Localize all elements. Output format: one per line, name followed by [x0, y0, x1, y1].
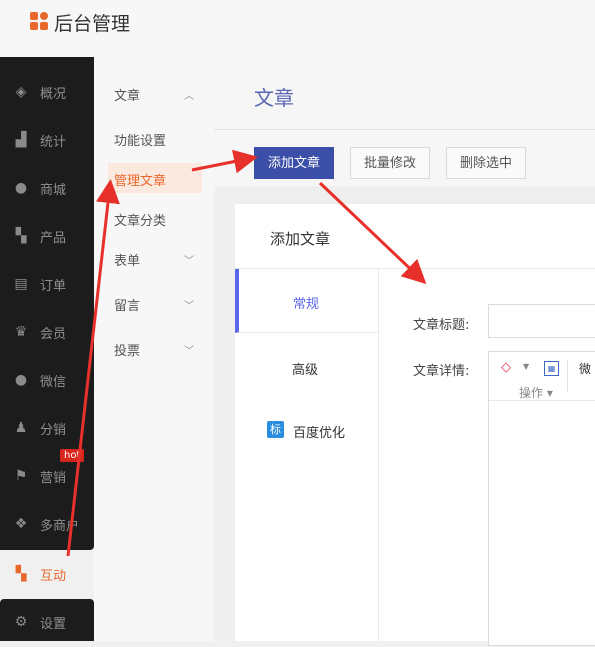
sidebar-item-settings[interactable]: ⚙ 设置: [0, 599, 94, 647]
editor-toolbar: ◇ ▼ ▦ 微 操作 ▾: [489, 352, 595, 401]
users-icon: ♟: [14, 420, 28, 436]
batch-edit-button[interactable]: 批量修改: [350, 147, 430, 179]
tab-general[interactable]: 常规: [235, 269, 378, 333]
title-field-label: 文章标题:: [413, 318, 470, 333]
modal-title: 添加文章: [270, 230, 331, 248]
sidebar-item-members[interactable]: ♛ 会员: [0, 309, 94, 357]
app-title: 后台管理: [54, 13, 131, 35]
article-title-input[interactable]: [488, 304, 595, 338]
sidebar-item-distribution[interactable]: ♟ 分销: [0, 405, 94, 453]
rich-text-editor[interactable]: ◇ ▼ ▦ 微 操作 ▾: [488, 351, 595, 646]
sidebar-item-overview[interactable]: ◈ 概况: [0, 69, 94, 117]
detail-field-label: 文章详情:: [413, 364, 470, 379]
primary-sidebar: ◈ 概况 ▟ 统计 ● 商城 ▚ 产品 ▤ 订单 ♛ 会员 ● 微信 ♟ 分销 …: [0, 57, 94, 641]
submenu-item-manage-article[interactable]: 管理文章: [114, 170, 166, 189]
sidebar-item-mall[interactable]: ● 商城: [0, 165, 94, 213]
delete-selected-button[interactable]: 删除选中: [446, 147, 526, 179]
flag-icon: ⚑: [14, 468, 28, 484]
caret-down-icon[interactable]: ▼: [523, 362, 529, 371]
page-title: 文章: [254, 86, 294, 110]
app-logo-icon: [30, 12, 50, 32]
add-article-modal: 添加文章 常规 高级 标 百度优化 文章标题: 文章详情: ◇ ▼ ▦ 微 操作…: [235, 204, 595, 646]
chevron-down-icon[interactable]: ﹀: [184, 252, 194, 267]
tab-baidu-seo[interactable]: 标 百度优化: [235, 401, 378, 465]
submenu-group-vote[interactable]: 投票: [114, 340, 140, 359]
bar-chart-icon: ▟: [15, 132, 27, 148]
sidebar-item-interaction[interactable]: ▚ 互动: [0, 551, 94, 599]
submenu-group-form[interactable]: 表单: [114, 250, 140, 269]
sidebar-item-products[interactable]: ▚ 产品: [0, 213, 94, 261]
add-article-button[interactable]: 添加文章: [254, 147, 334, 179]
grid-icon: ▚: [15, 228, 27, 244]
toolbar-more-label[interactable]: 微: [579, 360, 591, 377]
store-icon: ❖: [14, 516, 28, 532]
clipboard-icon: ▤: [14, 276, 28, 292]
top-header: 后台管理: [0, 0, 595, 57]
chevron-down-icon[interactable]: ﹀: [184, 297, 194, 312]
crown-icon: ♛: [14, 324, 28, 340]
shop-icon: ●: [14, 180, 28, 196]
page-header: 文章: [214, 57, 595, 130]
tab-advanced[interactable]: 高级: [235, 335, 378, 399]
operation-dropdown[interactable]: 操作 ▾: [519, 384, 553, 401]
toolbar-separator: [567, 360, 568, 392]
layers-icon: ◈: [15, 84, 27, 100]
chevron-down-icon[interactable]: ﹀: [184, 342, 194, 357]
submenu-group-article[interactable]: 文章: [114, 85, 140, 104]
sidebar-item-marketing[interactable]: ⚑ 营销 hot: [0, 449, 94, 501]
eraser-icon[interactable]: ◇: [501, 360, 511, 375]
chat-icon: ●: [14, 372, 28, 388]
chevron-up-icon[interactable]: ︿: [184, 87, 194, 102]
submenu-group-message[interactable]: 留言: [114, 295, 140, 314]
image-icon[interactable]: ▦: [544, 361, 559, 376]
submenu-item-article-category[interactable]: 文章分类: [114, 210, 166, 229]
sidebar-item-stats[interactable]: ▟ 统计: [0, 117, 94, 165]
sidebar-item-orders[interactable]: ▤ 订单: [0, 261, 94, 309]
grid-orange-icon: ▚: [15, 566, 27, 582]
sidebar-item-wechat[interactable]: ● 微信: [0, 357, 94, 405]
sidebar-item-multi-merchant[interactable]: ❖ 多商户: [0, 501, 94, 549]
submenu-item-settings[interactable]: 功能设置: [114, 130, 166, 149]
modal-tab-list: 常规 高级 标 百度优化: [235, 269, 379, 641]
hot-badge: hot: [60, 449, 85, 462]
secondary-menu: 文章 ︿ 功能设置 管理文章 文章分类 表单 ﹀ 留言 ﹀ 投票 ﹀: [94, 57, 214, 641]
tag-icon: 标: [267, 421, 284, 438]
gear-icon: ⚙: [14, 614, 28, 630]
